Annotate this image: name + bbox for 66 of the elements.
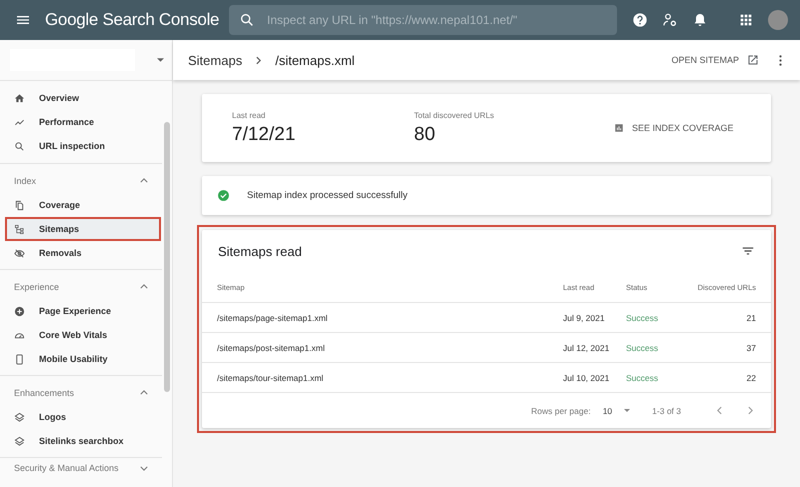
sidebar-item[interactable]: URL inspection [5,134,161,158]
search-icon [239,12,255,28]
chevron-right-icon [256,56,262,64]
sidebar-item[interactable]: Sitemaps [5,217,161,241]
rows-per-page-select[interactable]: 10 [602,406,630,416]
section-header[interactable]: Experience [0,274,162,299]
section-header[interactable]: Security & Manual Actions [0,459,162,477]
sidebar-item[interactable]: Performance [5,110,161,134]
eye-off-icon [14,248,25,258]
status-text: Success [626,312,660,322]
previous-page-icon[interactable] [717,406,722,415]
dropdown-caret-icon[interactable] [157,58,164,62]
apps-grid-icon[interactable] [738,12,754,28]
table-cell-text: Jul 10, 2021 [563,372,610,382]
table-cell-text: /sitemaps/page-sitemap1.xml [217,312,329,322]
copy-icon [14,200,25,210]
sidebar-item[interactable]: Mobile Usability [5,347,161,371]
open-sitemap-button[interactable]: OPEN SITEMAP [669,50,761,70]
next-page-icon[interactable] [748,406,753,415]
dropdown-caret-icon [624,409,630,412]
stat-value: 80 [414,124,436,146]
table-cell-text: /sitemaps/tour-sitemap1.xml [217,372,324,382]
see-index-coverage-button[interactable]: SEE INDEX COVERAGE [612,119,736,137]
sidebar-item[interactable]: Core Web Vitals [5,323,161,347]
stat-label: Last read [232,110,266,120]
status-message: Sitemap index processed successfully [247,190,408,201]
sidebar-item[interactable]: Removals [5,241,161,265]
bar-chart-icon [614,123,624,133]
phone-icon [14,354,25,364]
search-field[interactable]: Inspect any URL in "https://www.nepal101.net/" [229,5,617,35]
more-options-icon[interactable] [779,54,782,66]
section-header[interactable]: Index [0,168,162,193]
table-cell-text: 22 [746,372,756,382]
breadcrumb-link[interactable]: Sitemaps [188,52,242,68]
layers-icon [14,436,25,446]
layers-icon [14,412,25,422]
help-icon[interactable] [632,12,648,28]
search-icon [14,140,25,152]
stat-value: 7/12/21 [232,124,296,146]
sidebar-item[interactable]: Sitelinks searchbox [5,429,161,453]
sidebar-item[interactable]: Coverage [5,193,161,217]
table-cell-text: 21 [746,312,756,322]
check-circle-icon [217,189,230,202]
external-link-icon [747,54,759,66]
status-text: Success [626,342,660,352]
table-cell-text: Jul 12, 2021 [563,342,610,352]
table-cell-text: /sitemaps/post-sitemap1.xml [217,342,326,352]
section-header[interactable]: Enhancements [0,380,162,405]
user-settings-icon[interactable] [662,12,678,28]
status-text: Success [626,372,660,382]
home-icon [14,92,25,104]
table-cell-text: 37 [746,342,756,352]
stat-label: Total discovered URLs [414,110,496,120]
page-title: /sitemaps.xml [275,52,355,68]
sidebar-item[interactable]: Overview [5,86,161,110]
plus-circle-icon [14,306,25,316]
sidebar-item[interactable]: Logos [5,405,161,429]
table-cell-text: Jul 9, 2021 [563,312,606,322]
rows-per-page-label: Rows per page: [531,406,591,416]
sidebar-item[interactable]: Page Experience [5,299,161,323]
page-range: 1-3 of 3 [652,406,681,416]
notifications-icon[interactable] [692,12,708,28]
sitemap-icon [14,224,25,234]
table-title: Sitemaps read [218,244,303,258]
scrollbar[interactable] [164,122,170,392]
product-title: Google Search Console [45,10,219,30]
